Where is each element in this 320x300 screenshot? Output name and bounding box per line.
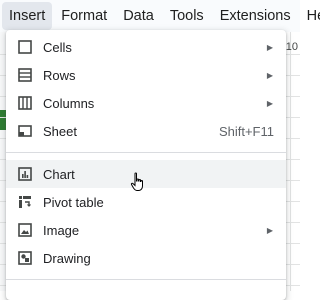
hand-cursor-icon — [130, 172, 143, 191]
menu-format[interactable]: Format — [54, 2, 114, 30]
column-header-partial: 10 — [285, 41, 298, 53]
grid-line — [290, 32, 291, 291]
chevron-right-icon: ▶ — [266, 98, 273, 108]
image-icon — [17, 222, 33, 238]
menu-separator — [6, 279, 286, 280]
menu-item-drawing[interactable]: Drawing — [6, 244, 286, 272]
menu-item-label: Image — [43, 222, 80, 238]
menu-item-label: Pivot table — [43, 194, 104, 210]
menu-bar: Insert Format Data Tools Extensions Help — [0, 0, 320, 32]
menu-help[interactable]: Help — [300, 2, 320, 30]
pivot-table-icon — [17, 194, 33, 210]
insert-dropdown-menu: Cells ▶ Rows ▶ Columns ▶ Sheet Shift+F11… — [6, 30, 286, 300]
chevron-right-icon: ▶ — [266, 70, 273, 80]
menu-data[interactable]: Data — [116, 2, 161, 30]
keyboard-shortcut: Shift+F11 — [218, 123, 274, 139]
menu-tools[interactable]: Tools — [163, 2, 211, 30]
menu-insert[interactable]: Insert — [2, 2, 53, 30]
menu-separator — [6, 152, 286, 153]
menu-item-pivot-table[interactable]: Pivot table — [6, 188, 286, 216]
chevron-right-icon: ▶ — [266, 42, 273, 52]
menu-item-sheet[interactable]: Sheet Shift+F11 — [6, 117, 286, 145]
menu-item-image[interactable]: Image ▶ — [6, 216, 286, 244]
rows-icon — [17, 67, 33, 83]
menu-item-chart[interactable]: Chart — [6, 160, 286, 188]
menu-item-cells[interactable]: Cells ▶ — [6, 33, 286, 61]
chevron-right-icon: ▶ — [266, 225, 273, 235]
columns-icon — [17, 95, 33, 111]
drawing-icon — [17, 250, 33, 266]
menu-item-label: Rows — [43, 67, 76, 83]
menu-item-columns[interactable]: Columns ▶ — [6, 89, 286, 117]
menu-item-rows[interactable]: Rows ▶ — [6, 61, 286, 89]
menu-item-label: Cells — [43, 39, 72, 55]
cells-icon — [17, 39, 33, 55]
menu-item-label: Chart — [43, 166, 75, 182]
chart-icon — [17, 166, 33, 182]
menu-extensions[interactable]: Extensions — [213, 2, 298, 30]
menu-item-label: Columns — [43, 95, 95, 111]
sheet-icon — [17, 123, 33, 139]
menu-item-label: Drawing — [43, 250, 91, 266]
menu-item-label: Sheet — [43, 123, 77, 139]
